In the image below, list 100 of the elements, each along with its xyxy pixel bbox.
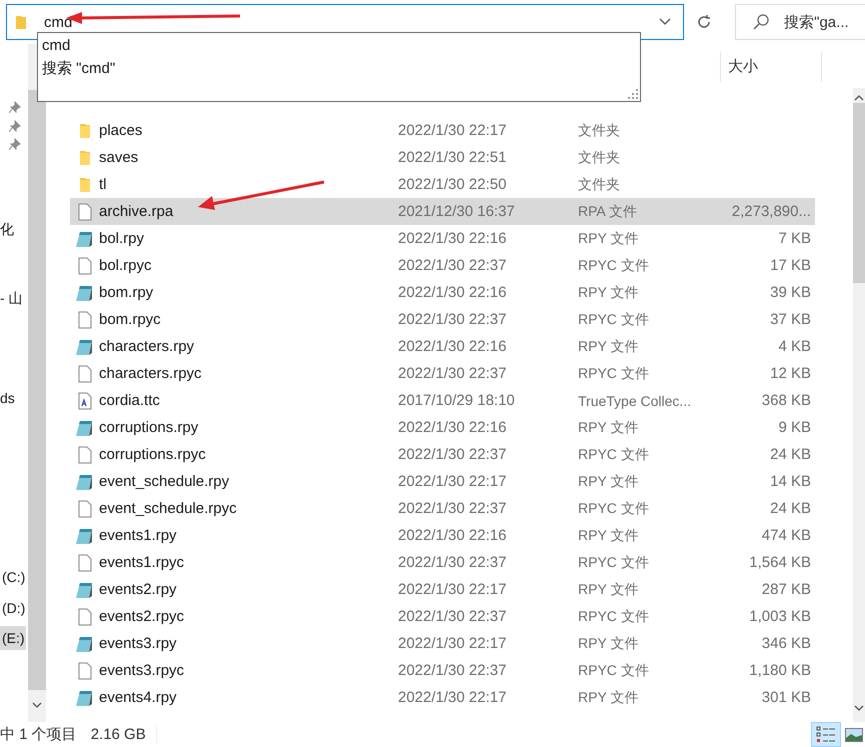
document-icon [78,662,92,680]
scroll-down-icon[interactable] [32,702,42,709]
file-type: RPY 文件 [578,634,640,652]
file-name: characters.rpy [99,338,196,355]
document-icon [78,446,92,464]
column-header[interactable]: 大小 [720,52,822,82]
scroll-down-icon[interactable] [854,705,864,712]
file-name: bol.rpy [99,230,146,247]
file-type: RPYC 文件 [578,310,650,328]
document-icon [78,608,92,626]
file-row[interactable]: events1.rpyc 2022/1/30 22:37 RPYC 文件 1,564 KB [70,549,815,576]
search-field[interactable]: 搜索"ga... [735,4,865,40]
file-row[interactable]: cordia.ttc 2017/10/29 18:10 TrueType Collec... 368 KB [70,387,815,414]
file-size: 4 KB [778,338,811,355]
file-row[interactable]: characters.rpy 2022/1/30 22:16 RPY 文件 4 KB [70,333,815,360]
file-type: RPY 文件 [578,688,640,706]
nav-item[interactable]: - 山 [0,286,23,310]
file-size: 7 KB [778,230,811,247]
notepad-icon [74,580,94,598]
document-icon [78,310,92,328]
file-row[interactable]: tl 2022/1/30 22:50 文件夹 [70,171,815,198]
modified-date: 2022/1/30 22:51 [398,149,508,166]
modified-date: 2022/1/30 22:16 [398,284,508,301]
modified-date: 2022/1/30 22:17 [398,473,508,490]
modified-date: 2022/1/30 22:16 [398,419,508,436]
folder-icon [78,122,90,138]
pin-icon[interactable] [9,138,21,150]
suggestion-item[interactable]: 搜索 "cmd" [38,57,116,80]
modified-date: 2017/10/29 18:10 [398,392,516,409]
file-type: 文件夹 [578,148,621,166]
file-size: 17 KB [770,257,811,274]
folder-icon [15,14,27,30]
drive-item[interactable]: (C:) [0,565,26,589]
file-row[interactable]: event_schedule.rpyc 2022/1/30 22:37 RPYC 文件 24 KB [70,495,815,522]
notepad-icon [74,688,94,706]
file-type: RPY 文件 [578,580,640,598]
file-type: RPYC 文件 [578,256,650,274]
file-size: 2,273,890... [732,203,811,220]
notepad-icon [74,284,94,302]
file-row[interactable]: bom.rpyc 2022/1/30 22:37 RPYC 文件 37 KB [70,306,815,333]
file-name: bol.rpyc [99,257,153,274]
modified-date: 2022/1/30 22:37 [398,662,508,679]
file-row[interactable]: corruptions.rpy 2022/1/30 22:16 RPY 文件 9 KB [70,414,815,441]
nav-item[interactable]: 化 [0,217,14,241]
file-size: 14 KB [770,473,811,490]
file-type: RPY 文件 [578,472,640,490]
file-name: places [99,122,144,139]
scrollbar-thumb[interactable] [28,90,46,690]
file-row[interactable]: events4.rpy 2022/1/30 22:17 RPY 文件 301 KB [70,684,815,711]
modified-date: 2022/1/30 22:37 [398,500,508,517]
file-type: 文件夹 [578,122,621,140]
file-size: 24 KB [770,500,811,517]
file-name: bom.rpyc [99,311,162,328]
drive-item[interactable]: (D:) [0,596,26,620]
modified-date: 2022/1/30 22:37 [398,311,508,328]
scroll-up-icon[interactable] [854,94,864,101]
resize-grip-icon[interactable] [628,89,638,99]
document-icon [78,202,92,220]
file-row[interactable]: bom.rpy 2022/1/30 22:16 RPY 文件 39 KB [70,279,815,306]
file-name: events4.rpy [99,689,178,706]
search-icon [752,13,770,31]
document-icon [78,364,92,382]
pin-icon[interactable] [9,120,21,132]
file-row[interactable]: event_schedule.rpy 2022/1/30 22:17 RPY 文件 14 KB [70,468,815,495]
file-row[interactable]: archive.rpa 2021/12/30 16:37 RPA 文件 2,273,890... [70,198,815,225]
file-type: RPYC 文件 [578,554,650,572]
file-row[interactable]: events1.rpy 2022/1/30 22:16 RPY 文件 474 KB [70,522,815,549]
file-row[interactable]: events2.rpyc 2022/1/30 22:37 RPYC 文件 1,003 KB [70,603,815,630]
document-icon [78,554,92,572]
modified-date: 2022/1/30 22:37 [398,554,508,571]
file-row[interactable]: bol.rpyc 2022/1/30 22:37 RPYC 文件 17 KB [70,252,815,279]
file-size: 1,564 KB [749,554,811,571]
scrollbar-thumb[interactable] [853,103,865,283]
file-row[interactable]: saves 2022/1/30 22:51 文件夹 [70,144,815,171]
file-row[interactable]: places 2022/1/30 22:17 文件夹 [70,117,815,144]
file-row[interactable]: events2.rpy 2022/1/30 22:17 RPY 文件 287 KB [70,576,815,603]
file-row[interactable]: events3.rpyc 2022/1/30 22:37 RPYC 文件 1,180 KB [70,657,815,684]
modified-date: 2022/1/30 22:16 [398,230,508,247]
chevron-down-icon[interactable] [659,18,672,26]
file-type: RPYC 文件 [578,364,650,382]
file-row[interactable]: corruptions.rpyc 2022/1/30 22:37 RPYC 文件 24 KB [70,441,815,468]
pin-icon[interactable] [9,101,21,113]
file-row[interactable]: bol.rpy 2022/1/30 22:16 RPY 文件 7 KB [70,225,815,252]
file-size: 24 KB [770,446,811,463]
file-row[interactable]: characters.rpyc 2022/1/30 22:37 RPYC 文件 12 KB [70,360,815,387]
file-type: RPYC 文件 [578,500,650,518]
file-size: 9 KB [778,419,811,436]
file-size: 368 KB [762,392,811,409]
file-size: 474 KB [762,527,811,544]
file-name: events3.rpy [99,635,178,652]
file-name: events3.rpyc [99,662,186,679]
file-type: RPYC 文件 [578,446,650,464]
details-view-button[interactable] [811,722,841,747]
nav-item[interactable]: ds [0,386,15,410]
file-type: RPY 文件 [578,418,640,436]
drive-item[interactable]: (E:) [0,626,26,650]
modified-date: 2022/1/30 22:17 [398,122,508,139]
font-file-icon [78,392,92,410]
file-row[interactable]: events3.rpy 2022/1/30 22:17 RPY 文件 346 KB [70,630,815,657]
file-type: RPYC 文件 [578,662,650,680]
